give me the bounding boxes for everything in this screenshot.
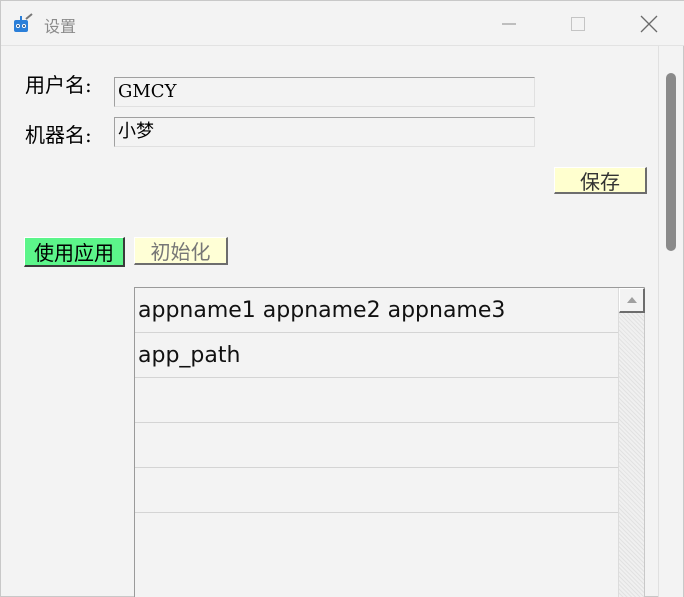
machine-name-field[interactable] (114, 117, 535, 147)
title-bar[interactable]: 设置 (1, 1, 684, 46)
app-list: appname1 appname2 appname3 app_path (135, 288, 618, 513)
minimize-icon (502, 23, 516, 24)
initialize-button[interactable]: 初始化 (134, 237, 228, 265)
list-item[interactable] (135, 468, 618, 513)
list-scrollbar[interactable] (618, 288, 645, 597)
use-app-button[interactable]: 使用应用 (24, 237, 125, 267)
app-robot-icon (13, 13, 33, 33)
list-item[interactable] (135, 423, 618, 468)
window-scrollbar[interactable] (658, 46, 683, 597)
list-item[interactable] (135, 378, 618, 423)
maximize-button[interactable] (555, 1, 601, 46)
scroll-up-button[interactable] (619, 288, 645, 313)
username-label: 用户名: (25, 73, 92, 97)
list-item[interactable]: appname1 appname2 appname3 (135, 288, 618, 333)
list-item[interactable]: app_path (135, 333, 618, 378)
save-button[interactable]: 保存 (554, 167, 647, 194)
settings-window: 设置 用户名: 机器名: 保存 使用应用 初始化 appname1 appnam… (0, 0, 684, 597)
scrollbar-thumb[interactable] (666, 73, 676, 251)
window-title: 设置 (44, 17, 77, 36)
maximize-icon (571, 16, 585, 31)
close-icon (640, 15, 658, 32)
machine-name-label: 机器名: (25, 123, 92, 147)
minimize-button[interactable] (486, 1, 532, 46)
username-field[interactable] (114, 77, 535, 107)
app-listbox[interactable]: appname1 appname2 appname3 app_path (134, 287, 645, 597)
close-button[interactable] (626, 1, 672, 46)
arrow-up-icon (626, 297, 637, 303)
